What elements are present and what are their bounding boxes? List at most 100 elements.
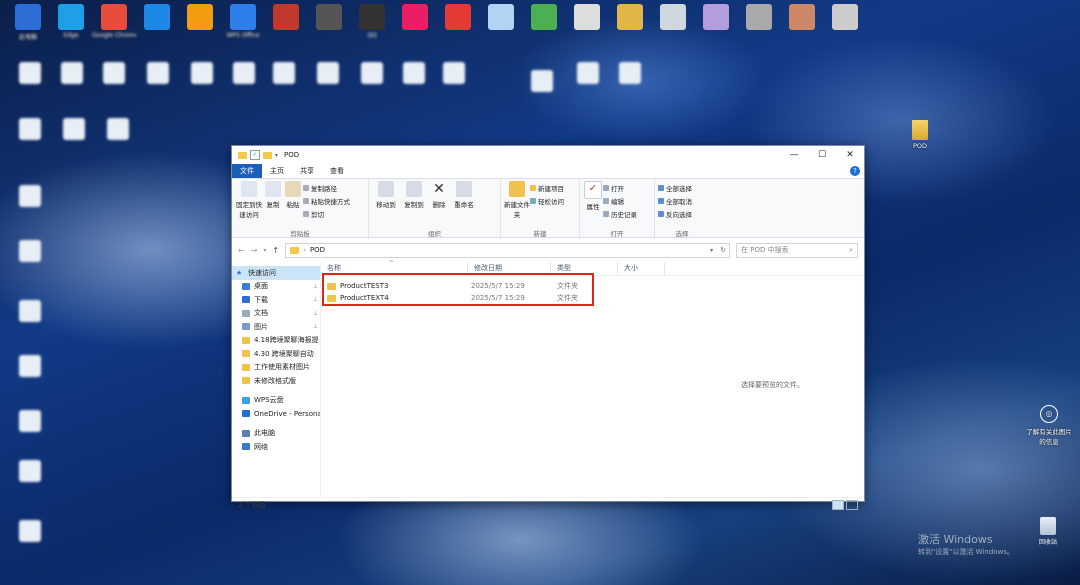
properties-check-icon[interactable]: ✓ [250,150,260,160]
pin-icon[interactable]: ⊥ [313,283,320,290]
desktop-shortcut-icon[interactable]: Edge [49,4,93,39]
large-icons-view-icon[interactable] [846,500,858,510]
new-item-button[interactable]: 新建项目 [530,183,564,193]
sidebar-item[interactable]: OneDrive - Persona [232,407,320,421]
desktop-shortcut-icon[interactable] [8,118,52,140]
sidebar-item[interactable]: ★ 快速访问 [232,266,320,280]
tab-file[interactable]: 文件 [232,164,262,178]
new-folder-icon[interactable] [263,151,272,159]
pin-label: 固定到快速访问 [236,201,262,219]
desktop-shortcut-icon[interactable] [520,70,564,92]
address-bar[interactable]: › POD ▾ ↻ [285,242,730,258]
history-button[interactable]: 历史记录 [603,209,637,219]
sidebar-item[interactable]: WPS云盘 [232,394,320,408]
desktop-shortcut-icon[interactable] [8,355,52,377]
column-size[interactable]: 大小 [618,262,665,275]
sidebar-item[interactable]: 桌面 ⊥ [232,280,320,294]
desktop-shortcut-icon[interactable] [180,62,224,84]
easy-access-button[interactable]: 轻松访问 [530,196,564,206]
sidebar-item[interactable]: 图片 ⊥ [232,320,320,334]
sidebar-item-label: 未修改格式版 [254,376,296,385]
help-icon[interactable]: ? [850,166,860,176]
desktop-shortcut-icon[interactable]: Google Chrome [92,4,136,39]
minimize-button[interactable]: — [780,146,808,164]
desktop-shortcut-icon[interactable] [392,62,436,84]
desktop-shortcut-icon[interactable] [8,185,52,207]
desktop-shortcut-icon[interactable] [306,62,350,84]
cut-button[interactable]: 剪切 [303,209,350,219]
edit-button[interactable]: 编辑 [603,196,637,206]
desktop-shortcut-icon[interactable] [8,300,52,322]
recycle-bin-icon[interactable]: 回收站 [1033,517,1063,546]
desktop-shortcut-icon[interactable]: WPS Office [221,4,265,39]
sidebar-item[interactable]: 4.30 跨境聚聊自动 [232,347,320,361]
tab-share[interactable]: 共享 [292,164,322,178]
search-box[interactable]: 在 POD 中搜索 ⌕ [736,242,858,258]
up-arrow-icon[interactable]: ↑ [272,246,279,255]
desktop-shortcut-icon[interactable] [522,4,566,32]
sidebar-item[interactable]: 工作使用素材图片 [232,361,320,375]
desktop-shortcut-icon[interactable] [780,4,824,32]
breadcrumb-pod[interactable]: POD [310,246,325,254]
sidebar-item[interactable]: 下载 ⊥ [232,293,320,307]
desktop-shortcut-icon[interactable] [264,4,308,32]
tab-view[interactable]: 查看 [322,164,352,178]
desktop-shortcut-icon[interactable] [479,4,523,32]
close-button[interactable]: ✕ [836,146,864,164]
back-arrow-icon[interactable]: ← [238,246,245,255]
select-none-button[interactable]: 全部取消 [658,196,692,206]
desktop-shortcut-icon[interactable]: 此电脑 [6,4,50,41]
select-all-button[interactable]: 全部选择 [658,183,692,193]
desktop-shortcut-icon[interactable] [737,4,781,32]
desktop-shortcut-icon[interactable] [350,62,394,84]
desktop-shortcut-icon[interactable] [135,4,179,32]
desktop-shortcut-icon[interactable] [608,4,652,32]
open-button[interactable]: 打开 [603,183,637,193]
recent-dropdown-icon[interactable]: ▾ [263,247,266,254]
pod-folder-desktop-icon[interactable]: POD [907,120,933,150]
desktop-shortcut-icon[interactable] [8,410,52,432]
desktop-shortcut-icon[interactable] [651,4,695,32]
desktop-shortcut-icon[interactable] [565,4,609,32]
sidebar-item[interactable]: 网络 [232,440,320,454]
desktop-shortcut-icon[interactable] [136,62,180,84]
tab-home[interactable]: 主页 [262,164,292,178]
address-dropdown-icon[interactable]: ▾ [710,247,713,254]
desktop-shortcut-icon[interactable] [608,62,652,84]
forward-arrow-icon[interactable]: → [251,246,258,255]
sidebar-item[interactable]: 4.18跨境聚聊海报提 [232,334,320,348]
desktop-shortcut-icon[interactable] [8,520,52,542]
learn-about-picture[interactable]: ◎ 了解有关此图片的信息 [1025,405,1073,446]
details-view-icon[interactable] [832,500,844,510]
desktop-shortcut-icon[interactable] [262,62,306,84]
maximize-button[interactable]: ☐ [808,146,836,164]
copy-path-button[interactable]: 复制路径 [303,183,350,193]
desktop-shortcut-icon[interactable] [52,118,96,140]
sidebar-item[interactable]: 未修改格式版 [232,374,320,388]
invert-selection-button[interactable]: 反向选择 [658,209,692,219]
desktop-shortcut-icon[interactable] [222,62,266,84]
pin-icon[interactable]: ⊥ [313,323,320,330]
sidebar-item[interactable]: 此电脑 [232,427,320,441]
desktop-shortcut-icon[interactable] [178,4,222,32]
desktop-shortcut-icon[interactable]: QQ [350,4,394,39]
desktop-shortcut-icon[interactable] [393,4,437,32]
desktop-shortcut-icon[interactable] [8,460,52,482]
desktop-shortcut-icon[interactable] [823,4,867,32]
desktop-shortcut-icon[interactable] [566,62,610,84]
paste-shortcut-button[interactable]: 粘贴快捷方式 [303,196,350,206]
desktop-shortcut-icon[interactable] [8,62,52,84]
desktop-shortcut-icon[interactable] [96,118,140,140]
desktop-shortcut-icon[interactable] [307,4,351,32]
desktop-shortcut-icon[interactable] [92,62,136,84]
customize-dropdown-icon[interactable]: ▾ [275,152,278,159]
pin-icon[interactable]: ⊥ [313,310,320,317]
desktop-shortcut-icon[interactable] [8,240,52,262]
refresh-icon[interactable]: ↻ [717,246,729,254]
desktop-shortcut-icon[interactable] [50,62,94,84]
desktop-shortcut-icon[interactable] [694,4,738,32]
desktop-shortcut-icon[interactable] [432,62,476,84]
sidebar-item[interactable]: 文档 ⊥ [232,307,320,321]
pin-icon[interactable]: ⊥ [313,296,320,303]
desktop-shortcut-icon[interactable] [436,4,480,32]
